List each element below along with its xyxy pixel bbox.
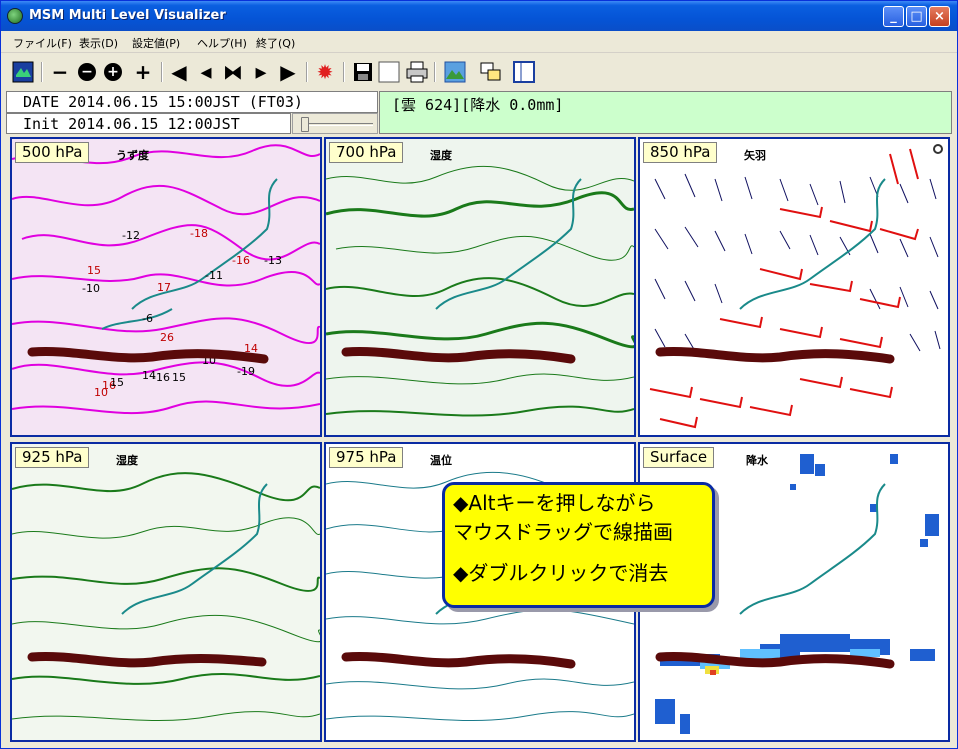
panel-variable-label: 温位 xyxy=(430,454,452,467)
map-icon[interactable] xyxy=(11,60,35,84)
stop-button[interactable]: ⧓ xyxy=(221,60,245,84)
panel-level-label: 925 hPa xyxy=(15,447,90,468)
maximize-button[interactable]: □ xyxy=(906,6,927,27)
app-window: MSM Multi Level Visualizer _ □ × ファイル(F)… xyxy=(0,0,958,749)
minus-icon: − xyxy=(78,63,96,81)
vorticity-map: -12 -18 15 -10 17 -11 -16 -13 -6 26 14 1… xyxy=(12,139,320,435)
next-frame-button[interactable]: ▸ xyxy=(249,60,273,85)
app-icon xyxy=(7,8,23,24)
toolbar: − − + + ◀ ◂ ⧓ ▸ ▶ ✹ xyxy=(1,54,957,88)
target-icon xyxy=(933,144,943,154)
toolbar-separator xyxy=(306,62,308,82)
menu-settings[interactable]: 設定値(P) xyxy=(132,35,180,51)
vorticity-label: -12 xyxy=(122,229,140,242)
vorticity-label: -16 xyxy=(232,254,250,267)
menu-file[interactable]: ファイル(F) xyxy=(13,35,72,51)
vorticity-label: -18 xyxy=(190,227,208,240)
date-field: DATE 2014.06.15 15:00JST (FT03) xyxy=(6,91,378,113)
save-icon[interactable] xyxy=(351,60,375,84)
minimize-button[interactable]: _ xyxy=(883,6,904,27)
vorticity-label: -16 xyxy=(152,371,170,384)
title-bar[interactable]: MSM Multi Level Visualizer _ □ × xyxy=(1,1,957,31)
window-icon[interactable] xyxy=(479,60,503,84)
zoom-in-button[interactable]: + xyxy=(101,60,125,84)
time-slider[interactable] xyxy=(292,113,378,134)
callout-line-1: ◆Altキーを押しながら xyxy=(453,491,656,515)
picture-icon[interactable] xyxy=(443,60,467,84)
info-row: DATE 2014.06.15 15:00JST (FT03) Init 201… xyxy=(1,89,957,135)
panel-level-label: 500 hPa xyxy=(15,142,90,163)
vorticity-label: -13 xyxy=(264,254,282,267)
init-field: Init 2014.06.15 12:00JST xyxy=(6,113,291,134)
panel-level-label: 700 hPa xyxy=(329,142,404,163)
last-frame-button[interactable]: ▶ xyxy=(276,60,300,84)
first-frame-button[interactable]: ◀ xyxy=(167,60,191,84)
panel-variable-label: 矢羽 xyxy=(744,149,766,162)
callout-line-3: ◆ダブルクリックで消去 xyxy=(453,561,669,585)
vorticity-label: 17 xyxy=(157,281,171,294)
menu-help[interactable]: ヘルプ(H) xyxy=(197,35,247,51)
panel-variable-label: 降水 xyxy=(746,454,768,467)
humidity-map xyxy=(326,139,634,435)
layout-icon[interactable] xyxy=(513,60,537,84)
slider-thumb[interactable] xyxy=(301,117,309,132)
panel-level-label: Surface xyxy=(643,447,715,468)
vorticity-label: 15 xyxy=(110,376,124,389)
vorticity-label: 26 xyxy=(160,331,174,344)
vorticity-label: -19 xyxy=(237,365,255,378)
sun-icon[interactable]: ✹ xyxy=(313,60,337,84)
panel-700hpa[interactable]: 700 hPa 湿度 xyxy=(324,137,636,437)
print-icon[interactable] xyxy=(405,60,429,84)
menu-bar: ファイル(F) 表示(D) 設定値(P) ヘルプ(H) 終了(Q) xyxy=(1,31,957,53)
vorticity-label: -6 xyxy=(142,312,153,325)
instruction-callout: ◆Altキーを押しながら マウスドラッグで線描画 ◆ダブルクリックで消去 xyxy=(442,482,715,608)
slider-track xyxy=(305,123,373,126)
zoom-in-small-button[interactable]: + xyxy=(131,60,155,84)
panel-level-label: 975 hPa xyxy=(329,447,404,468)
prev-frame-button[interactable]: ◂ xyxy=(194,60,218,85)
vorticity-label: 10 xyxy=(94,386,108,399)
vorticity-label: 15 xyxy=(172,371,186,384)
panel-850hpa[interactable]: 850 hPa 矢羽 xyxy=(638,137,950,437)
status-field: [雲 624][降水 0.0mm] xyxy=(379,91,952,134)
zoom-out-button[interactable]: − xyxy=(75,60,99,84)
vorticity-label: -10 xyxy=(82,282,100,295)
vorticity-label: -11 xyxy=(205,269,223,282)
menu-quit[interactable]: 終了(Q) xyxy=(256,35,295,51)
plus-icon: + xyxy=(104,63,122,81)
toolbar-separator xyxy=(161,62,163,82)
vorticity-label: 15 xyxy=(87,264,101,277)
toolbar-separator xyxy=(41,62,43,82)
window-title: MSM Multi Level Visualizer xyxy=(29,8,226,23)
panel-variable-label: 湿度 xyxy=(116,454,138,467)
blank-page-icon[interactable] xyxy=(377,60,401,84)
panel-500hpa[interactable]: -12 -18 15 -10 17 -11 -16 -13 -6 26 14 1… xyxy=(10,137,322,437)
panel-925hpa[interactable]: 925 hPa 湿度 xyxy=(10,442,322,742)
menu-view[interactable]: 表示(D) xyxy=(79,35,118,51)
zoom-out-small-button[interactable]: − xyxy=(48,60,72,84)
wind-barb-map xyxy=(640,139,948,435)
panel-level-label: 850 hPa xyxy=(643,142,718,163)
panel-variable-label: 湿度 xyxy=(430,149,452,162)
toolbar-separator xyxy=(343,62,345,82)
close-button[interactable]: × xyxy=(929,6,950,27)
humidity-map xyxy=(12,444,320,740)
callout-line-2: マウスドラッグで線描画 xyxy=(453,520,673,544)
toolbar-separator xyxy=(434,62,436,82)
map-grid: -12 -18 15 -10 17 -11 -16 -13 -6 26 14 1… xyxy=(8,137,952,743)
panel-variable-label: うず度 xyxy=(116,149,149,162)
